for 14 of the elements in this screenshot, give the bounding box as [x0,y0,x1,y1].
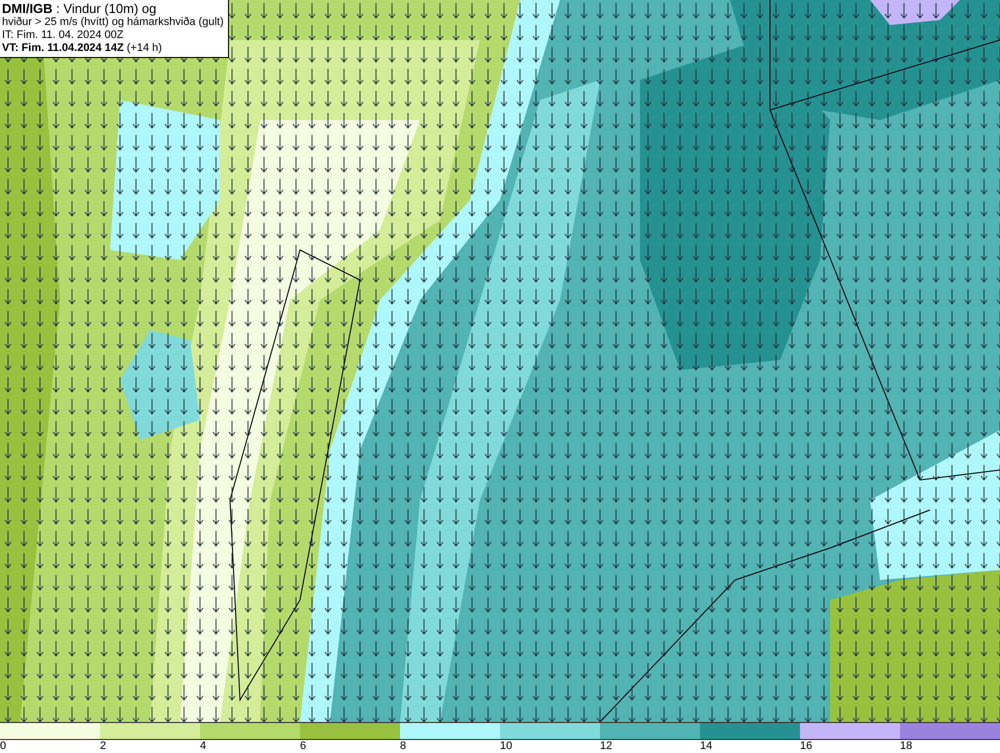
scale-tick-label: 16 [800,740,812,753]
title-line: IT: Fim. 11. 04. 2024 00Z [2,29,124,42]
scale-tick-label: 12 [600,740,612,753]
scale-tick-label: 14 [700,740,712,753]
title-line: DMI/IGB : Vindur (10m) og [2,1,158,16]
scale-tick-label: 0 [0,740,6,753]
scale-tick-label: 2 [100,740,106,753]
title-line: VT: Fim. 11.04.2024 14Z (+14 h) [2,42,163,55]
scale-tick-label: 10 [500,740,512,753]
title-line: hviður > 25 m/s (hvítt) og hámarkshviða (gult) [2,16,224,29]
scale-tick-label: 18 [900,740,912,753]
scale-tick-label: 6 [300,740,306,753]
scale-tick-label: 4 [200,740,206,753]
scale-tick-label: 8 [400,740,406,753]
